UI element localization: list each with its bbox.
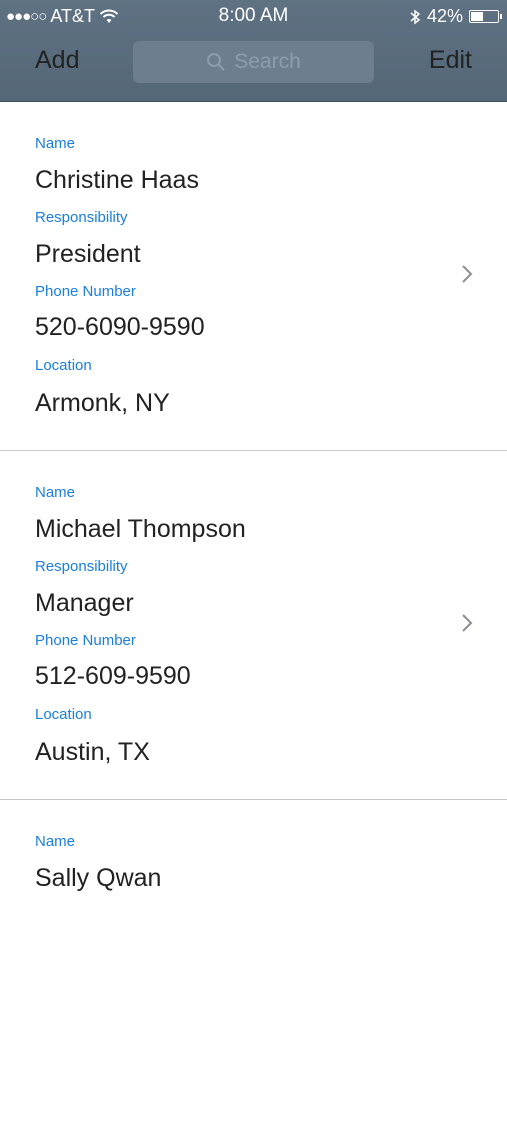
contact-card[interactable]: Name Christine Haas Responsibility Presi…: [0, 102, 507, 451]
phone-label: Phone Number: [35, 632, 136, 649]
chevron-right-icon[interactable]: [461, 613, 473, 633]
battery-percent: 42%: [426, 6, 463, 26]
name-label: Name: [35, 135, 76, 152]
contact-responsibility: President: [35, 240, 141, 268]
search-icon: [207, 53, 225, 71]
search-field[interactable]: Search: [133, 41, 374, 83]
contact-name: Christine Haas: [35, 166, 199, 194]
contact-responsibility: Manager: [35, 589, 134, 617]
contact-card[interactable]: Name Michael Thompson Responsibility Man…: [0, 451, 507, 800]
battery-icon: [469, 10, 502, 23]
contact-name: Sally Qwan: [35, 864, 162, 892]
edit-button[interactable]: Edit: [429, 46, 472, 75]
contact-card[interactable]: Name Sally Qwan: [0, 800, 507, 1148]
contact-phone: 512-609-9590: [35, 662, 191, 690]
responsibility-label: Responsibility: [35, 209, 128, 226]
contact-phone: 520-6090-9590: [35, 313, 205, 341]
bluetooth-icon: [410, 9, 421, 24]
responsibility-label: Responsibility: [35, 558, 128, 575]
contact-name: Michael Thompson: [35, 515, 246, 543]
status-bar: ●●●○○ AT&T 8:00 AM 42%: [0, 0, 507, 32]
battery-group: 42%: [409, 6, 502, 27]
location-label: Location: [35, 706, 92, 723]
contact-location: Austin, TX: [35, 738, 150, 766]
search-placeholder: Search: [234, 50, 301, 73]
phone-label: Phone Number: [35, 283, 136, 300]
name-label: Name: [35, 484, 76, 501]
nav-row: Add Search Edit: [0, 32, 507, 101]
navigation-bar: ●●●○○ AT&T 8:00 AM 42% Add Search Edit: [0, 0, 507, 102]
contact-list: Name Christine Haas Responsibility Presi…: [0, 102, 507, 1148]
chevron-right-icon[interactable]: [461, 264, 473, 284]
contact-location: Armonk, NY: [35, 389, 170, 417]
name-label: Name: [35, 833, 76, 850]
location-label: Location: [35, 357, 92, 374]
add-button[interactable]: Add: [35, 46, 79, 75]
